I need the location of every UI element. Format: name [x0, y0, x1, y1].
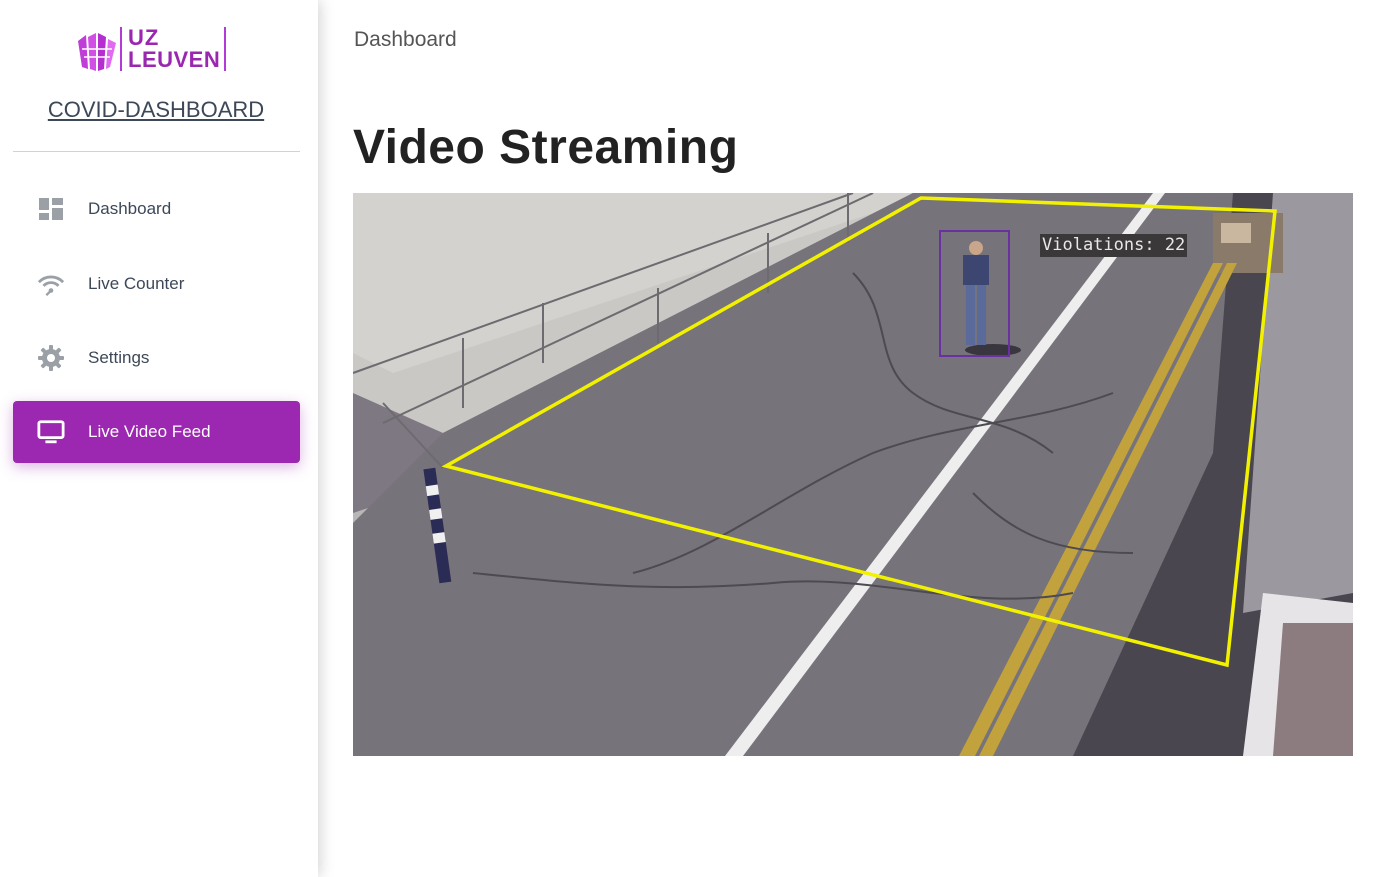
monitor-icon: [37, 418, 65, 446]
logo-emblem-icon: [78, 33, 116, 71]
page-title: Video Streaming: [353, 121, 739, 174]
uz-leuven-logo[interactable]: UZ LEUVEN: [76, 27, 236, 75]
video-frame: [353, 193, 1353, 756]
sidebar-item-live-video-feed[interactable]: Live Video Feed: [13, 401, 300, 463]
sidebar-item-label: Dashboard: [88, 199, 172, 218]
video-feed[interactable]: Violations: 22: [353, 193, 1353, 756]
brand-title-link[interactable]: COVID-DASHBOARD: [0, 97, 312, 123]
breadcrumb[interactable]: Dashboard: [354, 28, 457, 52]
sidebar-item-label: Live Counter: [88, 274, 185, 293]
gear-icon: [37, 344, 65, 372]
sidebar-item-label: Settings: [88, 348, 150, 367]
logo-wordmark: UZ LEUVEN: [120, 25, 227, 72]
sidebar-item-dashboard[interactable]: Dashboard: [13, 178, 300, 240]
wifi-icon: [37, 270, 65, 298]
sidebar: UZ LEUVEN COVID-DASHBOARD Dashboard Live…: [0, 0, 318, 877]
logo-line-1: UZ: [128, 25, 160, 50]
sidebar-item-live-counter[interactable]: Live Counter: [13, 253, 300, 315]
logo-line-2: LEUVEN: [128, 47, 221, 72]
sidebar-item-label: Live Video Feed: [88, 422, 211, 441]
dashboard-icon: [37, 195, 65, 223]
violations-overlay: Violations: 22: [1040, 234, 1188, 257]
sidebar-item-settings[interactable]: Settings: [13, 327, 300, 389]
sidebar-divider: [13, 151, 300, 152]
